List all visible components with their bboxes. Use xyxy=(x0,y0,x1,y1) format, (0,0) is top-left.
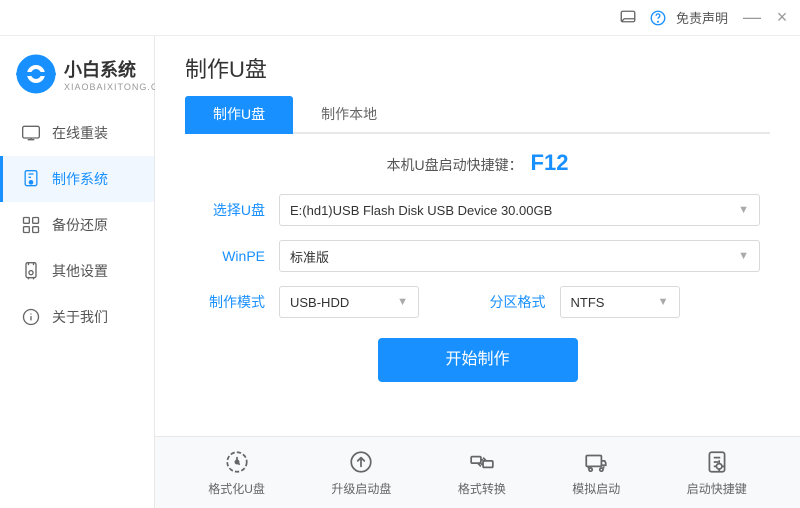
sidebar-label-about-us: 关于我们 xyxy=(52,307,108,327)
mode-group: 制作模式 USB-HDD ▼ xyxy=(195,286,470,318)
mode-select-arrow: ▼ xyxy=(397,296,408,308)
boot-shortcut-icon xyxy=(703,448,731,476)
sidebar-label-online-reinstall: 在线重装 xyxy=(52,123,108,143)
toolbar-format-usb[interactable]: 格式化U盘 xyxy=(208,448,265,497)
winpe-label: WinPE xyxy=(195,248,265,264)
online-reinstall-icon xyxy=(20,122,42,144)
tab-bar: 制作U盘 制作本地 xyxy=(185,96,770,134)
hotkey-value: F12 xyxy=(531,150,569,175)
title-bar: 免责声明 — × xyxy=(0,0,800,36)
backup-restore-icon xyxy=(20,214,42,236)
start-button[interactable]: 开始制作 xyxy=(378,338,578,382)
sidebar-item-other-settings[interactable]: 其他设置 xyxy=(0,248,154,294)
sidebar-item-about-us[interactable]: 关于我们 xyxy=(0,294,154,340)
winpe-select[interactable]: 标准版 ▼ xyxy=(279,240,760,272)
mode-select[interactable]: USB-HDD ▼ xyxy=(279,286,419,318)
toolbar-boot-shortcut[interactable]: 启动快捷键 xyxy=(687,448,747,497)
page-header: 制作U盘 制作U盘 制作本地 xyxy=(155,36,800,134)
sidebar-item-backup-restore[interactable]: 备份还原 xyxy=(0,202,154,248)
toolbar-format-usb-label: 格式化U盘 xyxy=(208,480,265,497)
bottom-toolbar: 格式化U盘 升级启动盘 格式转换 xyxy=(155,436,800,508)
sidebar-label-make-system: 制作系统 xyxy=(52,169,108,189)
winpe-select-value: 标准版 xyxy=(290,247,329,266)
partition-select-arrow: ▼ xyxy=(658,296,669,308)
winpe-select-arrow: ▼ xyxy=(738,250,749,262)
partition-label: 分区格式 xyxy=(486,292,546,312)
toolbar-simulate-boot-label: 模拟启动 xyxy=(572,480,620,497)
sidebar: 小白系统 XIAOBAIXITONG.COM 在线重装 xyxy=(0,36,155,508)
minimize-button[interactable]: — xyxy=(742,8,762,28)
sidebar-label-other-settings: 其他设置 xyxy=(52,261,108,281)
format-convert-icon xyxy=(468,448,496,476)
sidebar-item-make-system[interactable]: 制作系统 xyxy=(0,156,154,202)
usb-select-arrow: ▼ xyxy=(738,204,749,216)
logo-icon xyxy=(16,54,56,94)
tab-make-local[interactable]: 制作本地 xyxy=(293,96,405,134)
usb-select-value: E:(hd1)USB Flash Disk USB Device 30.00GB xyxy=(290,203,552,218)
upgrade-boot-icon xyxy=(347,448,375,476)
about-us-icon xyxy=(20,306,42,328)
logo-area: 小白系统 XIAOBAIXITONG.COM xyxy=(0,46,154,110)
sidebar-item-online-reinstall[interactable]: 在线重装 xyxy=(0,110,154,156)
mode-label: 制作模式 xyxy=(195,292,265,312)
partition-group: 分区格式 NTFS ▼ xyxy=(486,286,761,318)
partition-select-value: NTFS xyxy=(571,295,605,310)
mode-partition-row: 制作模式 USB-HDD ▼ 分区格式 NTFS ▼ xyxy=(195,286,760,318)
other-settings-icon xyxy=(20,260,42,282)
partition-select[interactable]: NTFS ▼ xyxy=(560,286,680,318)
help-icon[interactable] xyxy=(646,6,670,30)
usb-select-row: 选择U盘 E:(hd1)USB Flash Disk USB Device 30… xyxy=(195,194,760,226)
make-system-icon xyxy=(20,168,42,190)
disclaimer-label[interactable]: 免责声明 xyxy=(676,8,728,27)
close-button[interactable]: × xyxy=(772,8,792,28)
hotkey-hint: 本机U盘启动快捷键： F12 xyxy=(195,150,760,176)
hotkey-hint-text: 本机U盘启动快捷键： xyxy=(387,157,523,173)
page-title: 制作U盘 xyxy=(185,52,770,84)
form-area: 本机U盘启动快捷键： F12 选择U盘 E:(hd1)USB Flash Dis… xyxy=(155,134,800,398)
toolbar-upgrade-boot[interactable]: 升级启动盘 xyxy=(331,448,391,497)
toolbar-format-convert-label: 格式转换 xyxy=(458,480,506,497)
active-bar xyxy=(0,156,3,202)
title-bar-icons: 免责声明 — × xyxy=(616,6,792,30)
toolbar-format-convert[interactable]: 格式转换 xyxy=(458,448,506,497)
toolbar-upgrade-boot-label: 升级启动盘 xyxy=(331,480,391,497)
mode-select-value: USB-HDD xyxy=(290,295,349,310)
toolbar-simulate-boot[interactable]: 模拟启动 xyxy=(572,448,620,497)
toolbar-boot-shortcut-label: 启动快捷键 xyxy=(687,480,747,497)
usb-select[interactable]: E:(hd1)USB Flash Disk USB Device 30.00GB… xyxy=(279,194,760,226)
winpe-row: WinPE 标准版 ▼ xyxy=(195,240,760,272)
usb-label: 选择U盘 xyxy=(195,200,265,220)
format-usb-icon xyxy=(223,448,251,476)
tab-make-usb[interactable]: 制作U盘 xyxy=(185,96,293,134)
feedback-icon[interactable] xyxy=(616,6,640,30)
simulate-boot-icon xyxy=(582,448,610,476)
sidebar-label-backup-restore: 备份还原 xyxy=(52,215,108,235)
